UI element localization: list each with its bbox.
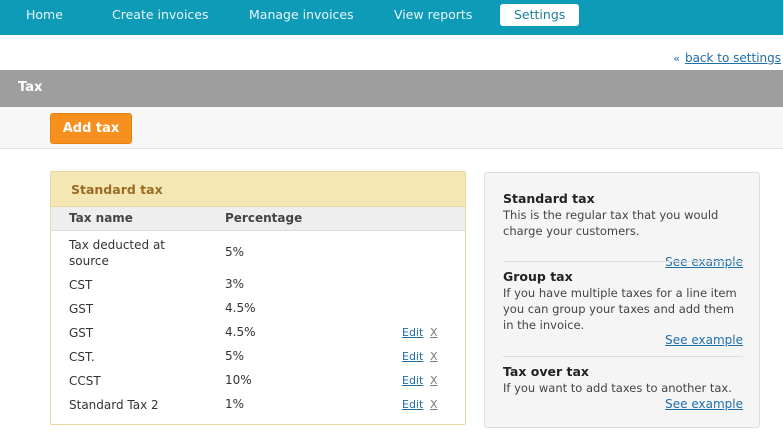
edit-link[interactable]: Edit bbox=[402, 326, 423, 339]
info-description: If you have multiple taxes for a line it… bbox=[503, 286, 737, 332]
tax-name-cell: CCST bbox=[69, 374, 101, 388]
tax-name-cell: Standard Tax 2 bbox=[69, 398, 159, 412]
percentage-cell: 3% bbox=[225, 277, 245, 291]
back-to-settings-link[interactable]: « back to settings bbox=[673, 51, 781, 65]
panel-title: Standard tax bbox=[71, 182, 163, 197]
tax-name-cell: CST. bbox=[69, 350, 95, 364]
standard-tax-panel: Standard tax Tax name Percentage Tax ded… bbox=[50, 171, 466, 425]
delete-link[interactable]: X bbox=[430, 350, 438, 363]
toolbar: Add tax bbox=[0, 107, 783, 149]
info-group-tax: Group tax If you have multiple taxes for… bbox=[503, 269, 743, 347]
info-title: Group tax bbox=[503, 269, 573, 284]
top-nav: Home Create invoices Manage invoices Vie… bbox=[0, 0, 783, 35]
info-standard-tax: Standard tax This is the regular tax tha… bbox=[503, 191, 743, 269]
nav-home[interactable]: Home bbox=[26, 0, 63, 30]
tax-name-cell: Tax deducted at source bbox=[69, 238, 166, 268]
percentage-cell: 5% bbox=[225, 349, 245, 363]
back-link-label: back to settings bbox=[684, 51, 781, 65]
delete-link[interactable]: X bbox=[430, 374, 438, 387]
info-title: Tax over tax bbox=[503, 364, 589, 379]
nav-view-reports[interactable]: View reports bbox=[394, 0, 472, 30]
info-description: This is the regular tax that you would c… bbox=[503, 208, 719, 238]
tax-types-info-box: Standard tax This is the regular tax tha… bbox=[484, 172, 760, 428]
double-chevron-left-icon: « bbox=[673, 52, 680, 65]
percentage-cell: 4.5% bbox=[225, 301, 256, 315]
tax-name-cell: CST bbox=[69, 278, 93, 292]
percentage-cell: 4.5% bbox=[225, 325, 256, 339]
add-tax-button[interactable]: Add tax bbox=[50, 113, 132, 144]
nav-settings[interactable]: Settings bbox=[500, 4, 580, 26]
info-tax-over-tax: Tax over tax If you want to add taxes to… bbox=[503, 364, 743, 411]
edit-link[interactable]: Edit bbox=[402, 374, 423, 387]
panel-header: Standard tax bbox=[51, 172, 465, 207]
column-header-percentage: Percentage bbox=[225, 211, 303, 225]
delete-link[interactable]: X bbox=[430, 326, 438, 339]
percentage-cell: 5% bbox=[225, 245, 245, 259]
info-title: Standard tax bbox=[503, 191, 595, 206]
tax-name-cell: GST bbox=[69, 326, 94, 340]
edit-link[interactable]: Edit bbox=[402, 398, 423, 411]
column-header-tax-name: Tax name bbox=[69, 211, 133, 225]
nav-create-invoices[interactable]: Create invoices bbox=[112, 0, 209, 30]
divider bbox=[503, 261, 743, 262]
percentage-cell: 1% bbox=[225, 397, 245, 411]
delete-link[interactable]: X bbox=[430, 398, 438, 411]
divider bbox=[503, 356, 743, 357]
section-header: Tax bbox=[0, 70, 783, 107]
page-title: Tax bbox=[18, 80, 43, 95]
see-example-link[interactable]: See example bbox=[665, 397, 743, 411]
edit-link[interactable]: Edit bbox=[402, 350, 423, 363]
percentage-cell: 10% bbox=[225, 373, 252, 387]
tax-name-cell: GST bbox=[69, 302, 94, 316]
info-description: If you want to add taxes to another tax. bbox=[503, 381, 732, 395]
table-header: Tax name Percentage bbox=[51, 207, 465, 231]
see-example-link[interactable]: See example bbox=[665, 255, 743, 269]
see-example-link[interactable]: See example bbox=[665, 333, 743, 347]
nav-manage-invoices[interactable]: Manage invoices bbox=[249, 0, 354, 30]
